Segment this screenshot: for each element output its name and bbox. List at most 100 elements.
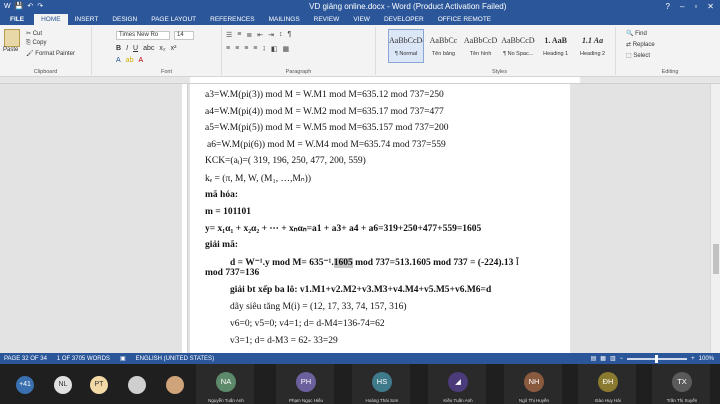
font-size-box[interactable]: 14 xyxy=(174,31,194,40)
participant-tile[interactable]: HS Hoàng Thái Sơn xyxy=(352,364,410,404)
participant-tile[interactable]: ĐH Đào Huy Hải xyxy=(578,364,636,404)
redo-icon[interactable]: ↷ xyxy=(37,2,43,10)
doc-line: v3=1; d= d-M3 = 62- 33=29 xyxy=(230,336,338,346)
participant-avatar[interactable]: PT xyxy=(90,376,108,394)
show-marks-icon[interactable]: ¶ xyxy=(288,31,292,39)
superscript-icon[interactable]: x² xyxy=(171,45,177,52)
tab-office-remote[interactable]: OFFICE REMOTE xyxy=(431,14,498,25)
read-mode-icon[interactable]: ▤ xyxy=(591,355,597,362)
scrollbar-thumb[interactable] xyxy=(713,244,719,274)
multilevel-icon[interactable]: ≣ xyxy=(246,31,252,39)
bullets-icon[interactable]: ☰ xyxy=(226,31,232,39)
format-painter-button[interactable]: 🖌 Format Painter xyxy=(26,50,75,57)
tab-references[interactable]: REFERENCES xyxy=(203,14,261,25)
participant-tile[interactable]: NA Nguyễn Tuấn Anh xyxy=(196,364,254,404)
style-no-spacing[interactable]: AaBbCcDc ¶ No Spac... xyxy=(500,29,536,63)
page-indicator[interactable]: PAGE 32 OF 34 xyxy=(4,356,47,362)
subscript-icon[interactable]: x₂ xyxy=(159,45,165,52)
selected-text[interactable]: 1605 xyxy=(333,258,353,268)
zoom-knob[interactable] xyxy=(655,354,659,363)
tab-view[interactable]: VIEW xyxy=(346,14,377,25)
participant-avatar-photo[interactable] xyxy=(166,376,184,394)
sort-icon[interactable]: ↕ xyxy=(279,31,283,39)
tab-page-layout[interactable]: PAGE LAYOUT xyxy=(144,14,203,25)
restore-button[interactable]: ▫ xyxy=(694,2,697,11)
minimize-button[interactable]: – xyxy=(680,2,684,11)
align-center-icon[interactable]: ≡ xyxy=(235,45,239,53)
vertical-scrollbar[interactable] xyxy=(710,84,720,353)
save-icon[interactable]: 💾 xyxy=(15,2,24,10)
italic-icon[interactable]: I xyxy=(126,45,128,52)
word-icon[interactable]: W xyxy=(4,3,11,10)
participant-avatar[interactable]: NL xyxy=(54,376,72,394)
style-heading-1[interactable]: 1. AaB Heading 1 xyxy=(538,29,573,63)
zoom-level[interactable]: 100% xyxy=(699,356,714,362)
participant-avatar: PH xyxy=(296,372,316,392)
participant-avatar: TX xyxy=(672,372,692,392)
align-left-icon[interactable]: ≡ xyxy=(226,45,230,53)
tab-insert[interactable]: INSERT xyxy=(68,14,106,25)
style-heading-2[interactable]: 1.1 Aa Heading 2 xyxy=(575,29,610,63)
find-button[interactable]: 🔍 Find xyxy=(626,30,647,37)
screen: { "window": { "title": "VD giảng online.… xyxy=(0,0,720,404)
participant-avatar-photo[interactable] xyxy=(128,376,146,394)
paragraph-group: ☰ ≡ ≣ ⇤ ⇥ ↕ ¶ ≡ ≡ ≡ ≡ ↨ ◧ ▦ Paragraph xyxy=(222,27,376,75)
increase-indent-icon[interactable]: ⇥ xyxy=(268,31,274,39)
zoom-out-icon[interactable]: − xyxy=(620,356,624,362)
more-participants-badge[interactable]: +41 xyxy=(16,376,34,394)
participant-tile[interactable]: NH Ngô Thị Huyền xyxy=(504,364,562,404)
style-ten-hinh[interactable]: AaBbCcD Tên hình xyxy=(463,29,498,63)
justify-icon[interactable]: ≡ xyxy=(253,45,257,53)
undo-icon[interactable]: ↶ xyxy=(27,2,33,10)
vertical-ruler[interactable] xyxy=(182,84,188,353)
meeting-participants-strip: +41 NL PT NA Nguyễn Tuấn Anh PH Phạm Ngọ… xyxy=(0,364,720,404)
tab-home[interactable]: HOME xyxy=(34,14,68,25)
bold-icon[interactable]: B xyxy=(116,45,121,52)
print-layout-icon[interactable]: ▦ xyxy=(600,355,606,362)
replace-button[interactable]: ⇄ Replace xyxy=(626,41,655,48)
paste-button[interactable]: Paste xyxy=(3,47,18,53)
zoom-slider[interactable] xyxy=(627,354,688,363)
tab-developer[interactable]: DEVELOPER xyxy=(377,14,431,25)
text-effects-icon[interactable]: A xyxy=(116,57,121,64)
tab-review[interactable]: REVIEW xyxy=(307,14,347,25)
doc-line-decrypt: d = W⁻¹.y mod M= 635⁻¹.1605 mod 737=513.… xyxy=(230,257,519,268)
shading-icon[interactable]: ◧ xyxy=(271,45,278,53)
highlight-icon[interactable]: ab xyxy=(126,57,134,64)
participant-tile[interactable]: ◢ Kiều Tuấn Anh xyxy=(428,364,486,404)
proofing-icon[interactable]: ▣ xyxy=(120,355,126,362)
line-spacing-icon[interactable]: ↨ xyxy=(262,45,266,53)
strikethrough-icon[interactable]: abc xyxy=(143,45,154,52)
tab-design[interactable]: DESIGN xyxy=(105,14,144,25)
participant-tile[interactable]: TX Trần Thị Xuyến xyxy=(652,364,710,404)
participant-tile[interactable]: PH Phạm Ngọc Hiếu xyxy=(276,364,334,404)
borders-icon[interactable]: ▦ xyxy=(283,45,290,53)
text-cursor-icon: Ĭ xyxy=(515,258,519,268)
copy-button[interactable]: ⎘ Copy xyxy=(26,40,46,47)
cut-button[interactable]: ✂ Cut xyxy=(26,30,42,37)
decrease-indent-icon[interactable]: ⇤ xyxy=(257,31,263,39)
web-layout-icon[interactable]: ▥ xyxy=(610,355,616,362)
font-name-box[interactable]: Times New Ro xyxy=(116,31,170,40)
numbering-icon[interactable]: ≡ xyxy=(237,31,241,39)
participant-avatar: NH xyxy=(524,372,544,392)
font-color-icon[interactable]: A xyxy=(138,57,143,64)
tab-file[interactable]: FILE xyxy=(0,14,35,25)
tab-mailings[interactable]: MAILINGS xyxy=(262,14,307,25)
participant-name: Kiều Tuấn Anh xyxy=(443,398,473,403)
style-normal[interactable]: AaBbCcDc ¶ Normal xyxy=(388,29,424,63)
select-button[interactable]: ⬚ Select xyxy=(626,52,650,59)
paste-icon[interactable] xyxy=(4,29,20,47)
horizontal-ruler[interactable] xyxy=(0,77,720,84)
language-indicator[interactable]: ENGLISH (UNITED STATES) xyxy=(136,356,214,362)
underline-icon[interactable]: U xyxy=(133,45,138,52)
title-bar: W 💾 ↶ ↷ VD giảng online.docx - Word (Pro… xyxy=(0,0,720,12)
doc-equation: y= x₁α₁ + x₂α₂ + ⋯ + xₙαₙ=a1 + a3+ a4 + … xyxy=(205,224,482,234)
word-count[interactable]: 1 OF 3705 WORDS xyxy=(57,356,110,362)
align-right-icon[interactable]: ≡ xyxy=(244,45,248,53)
style-ten-bang[interactable]: AaBbCc Tên bảng xyxy=(426,29,461,63)
paragraph-row-2: ≡ ≡ ≡ ≡ ↨ ◧ ▦ xyxy=(226,45,289,53)
zoom-in-icon[interactable]: + xyxy=(691,356,695,362)
close-button[interactable]: ✕ xyxy=(707,2,714,11)
help-button[interactable]: ? xyxy=(666,2,670,11)
